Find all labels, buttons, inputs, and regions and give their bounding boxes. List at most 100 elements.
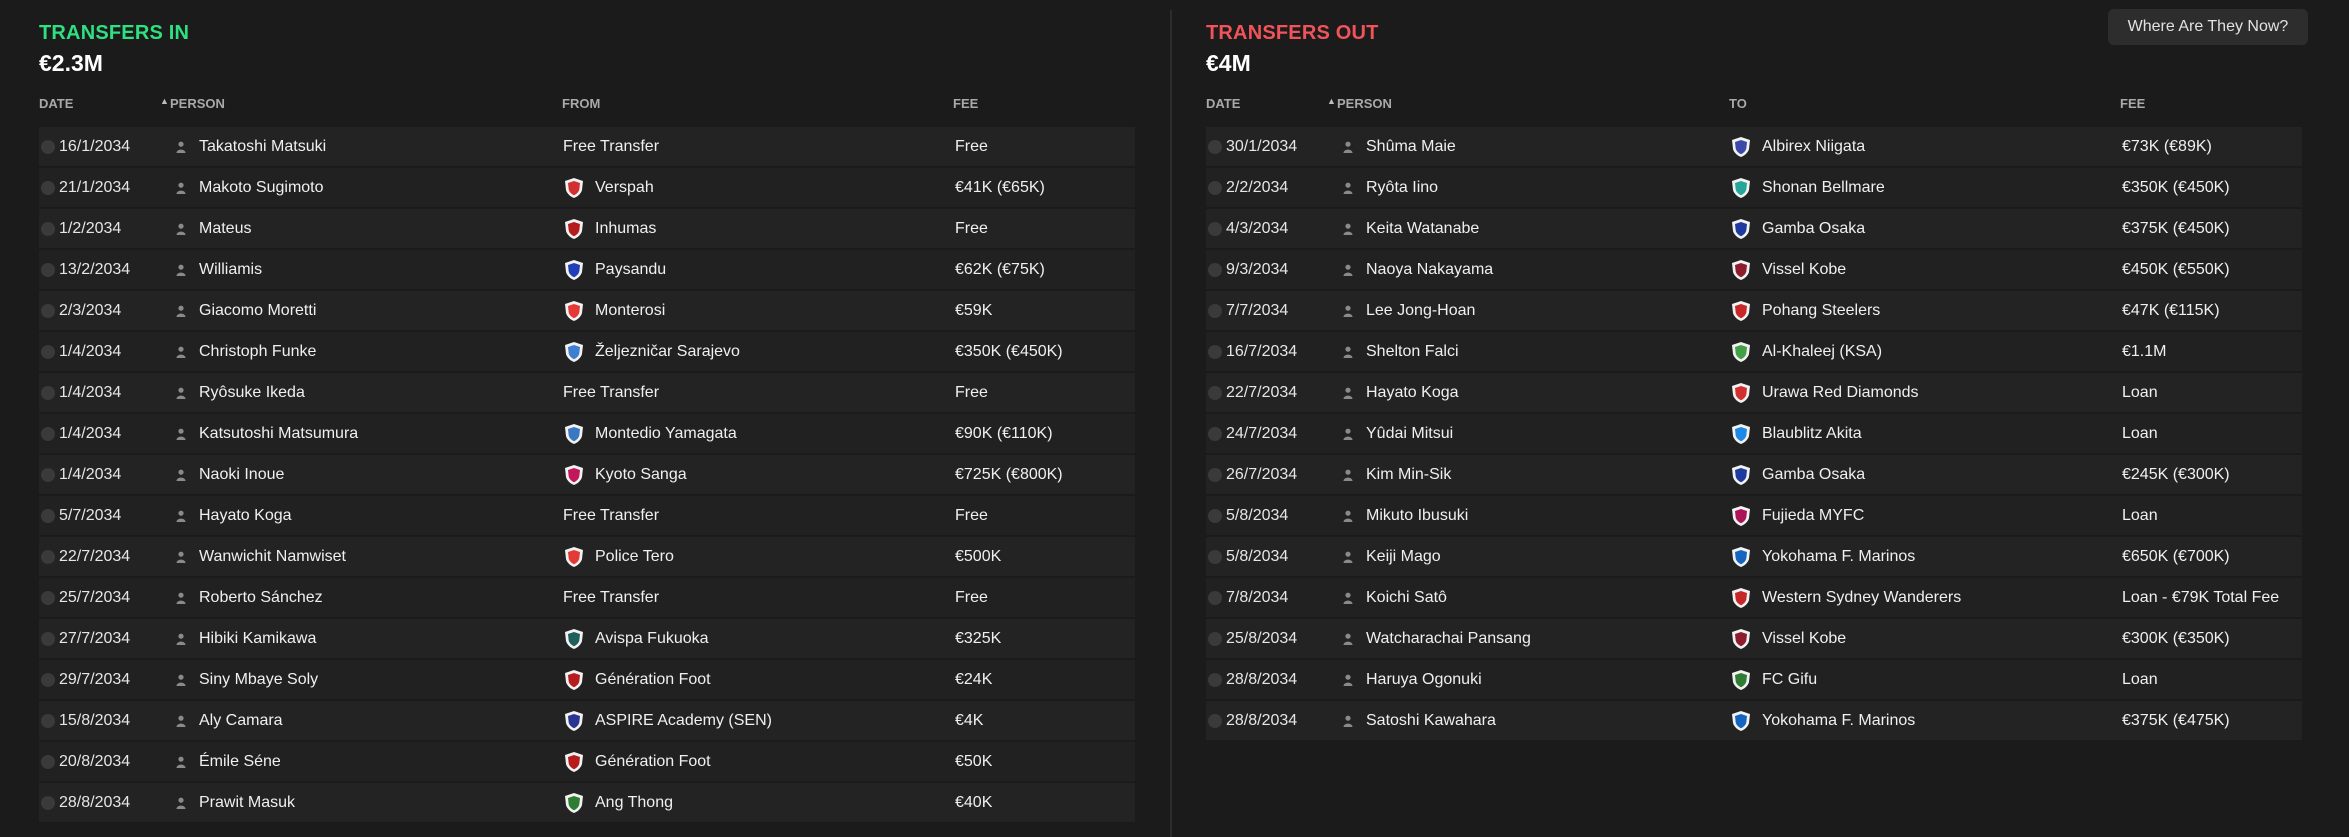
club-name[interactable]: FC Gifu (1762, 660, 1817, 699)
club-name[interactable]: Fujieda MYFC (1762, 496, 1864, 535)
transfer-row[interactable]: 22/7/2034 Hayato Koga Urawa Red Diamonds Lo… (1206, 373, 2302, 412)
person-name[interactable]: Naoya Nakayama (1366, 250, 1493, 289)
column-header-fee[interactable]: FEE (2120, 96, 2145, 111)
column-header-person[interactable]: PERSON (170, 96, 225, 111)
club-name[interactable]: Urawa Red Diamonds (1762, 373, 1919, 412)
transfer-row[interactable]: 30/1/2034 Shûma Maie Albirex Niigata €73K (… (1206, 127, 2302, 166)
person-name[interactable]: Hayato Koga (199, 496, 292, 535)
person-name[interactable]: Haruya Ogonuki (1366, 660, 1482, 699)
transfer-row[interactable]: 15/8/2034 Aly Camara ASPIRE Academy (SEN) €… (39, 701, 1135, 740)
person-name[interactable]: Mikuto Ibusuki (1366, 496, 1468, 535)
transfer-row[interactable]: 5/8/2034 Mikuto Ibusuki Fujieda MYFC Loan (1206, 496, 2302, 535)
transfer-row[interactable]: 5/7/2034 Hayato Koga Free Transfer Free (39, 496, 1135, 535)
column-header-date[interactable]: DATE (39, 96, 73, 111)
person-name[interactable]: Watcharachai Pansang (1366, 619, 1531, 658)
club-name[interactable]: ASPIRE Academy (SEN) (595, 701, 772, 740)
club-name[interactable]: Željezničar Sarajevo (595, 332, 740, 371)
transfer-row[interactable]: 27/7/2034 Hibiki Kamikawa Avispa Fukuoka €3… (39, 619, 1135, 658)
person-name[interactable]: Satoshi Kawahara (1366, 701, 1496, 740)
club-name[interactable]: Police Tero (595, 537, 674, 576)
transfer-row[interactable]: 16/7/2034 Shelton Falci Al-Khaleej (KSA) €1… (1206, 332, 2302, 371)
transfer-row[interactable]: 26/7/2034 Kim Min-Sik Gamba Osaka €245K (€3… (1206, 455, 2302, 494)
club-name[interactable]: Pohang Steelers (1762, 291, 1880, 330)
person-name[interactable]: Aly Camara (199, 701, 283, 740)
transfer-row[interactable]: 5/8/2034 Keiji Mago Yokohama F. Marinos €65… (1206, 537, 2302, 576)
person-name[interactable]: Hayato Koga (1366, 373, 1459, 412)
person-name[interactable]: Takatoshi Matsuki (199, 127, 326, 166)
club-name[interactable]: Gamba Osaka (1762, 455, 1865, 494)
person-name[interactable]: Koichi Satô (1366, 578, 1447, 617)
person-name[interactable]: Yûdai Mitsui (1366, 414, 1453, 453)
person-name[interactable]: Katsutoshi Matsumura (199, 414, 358, 453)
transfer-row[interactable]: 28/8/2034 Haruya Ogonuki FC Gifu Loan (1206, 660, 2302, 699)
column-header-from[interactable]: FROM (562, 96, 600, 111)
transfer-row[interactable]: 4/3/2034 Keita Watanabe Gamba Osaka €375K (… (1206, 209, 2302, 248)
transfer-row[interactable]: 2/2/2034 Ryôta Iino Shonan Bellmare €350K (… (1206, 168, 2302, 207)
club-name[interactable]: Al-Khaleej (KSA) (1762, 332, 1882, 371)
person-name[interactable]: Shûma Maie (1366, 127, 1456, 166)
transfer-row[interactable]: 2/3/2034 Giacomo Moretti Monterosi €59K (39, 291, 1135, 330)
transfer-row[interactable]: 1/2/2034 Mateus Inhumas Free (39, 209, 1135, 248)
transfer-row[interactable]: 24/7/2034 Yûdai Mitsui Blaublitz Akita Loan (1206, 414, 2302, 453)
club-name[interactable]: Avispa Fukuoka (595, 619, 709, 658)
club-name[interactable]: Paysandu (595, 250, 666, 289)
transfer-row[interactable]: 28/8/2034 Prawit Masuk Ang Thong €40K (39, 783, 1135, 822)
club-name[interactable]: Vissel Kobe (1762, 619, 1846, 658)
person-name[interactable]: Wanwichit Namwiset (199, 537, 346, 576)
club-name[interactable]: Ang Thong (595, 783, 673, 822)
column-header-to[interactable]: TO (1729, 96, 1747, 111)
person-name[interactable]: Ryôsuke Ikeda (199, 373, 305, 412)
person-name[interactable]: Giacomo Moretti (199, 291, 316, 330)
transfer-row[interactable]: 13/2/2034 Williamis Paysandu €62K (€75K) (39, 250, 1135, 289)
transfer-row[interactable]: 29/7/2034 Siny Mbaye Soly Génération Foot €… (39, 660, 1135, 699)
person-name[interactable]: Makoto Sugimoto (199, 168, 324, 207)
club-name[interactable]: Génération Foot (595, 660, 711, 699)
person-name[interactable]: Christoph Funke (199, 332, 316, 371)
transfer-row[interactable]: 1/4/2034 Ryôsuke Ikeda Free Transfer Free (39, 373, 1135, 412)
club-name[interactable]: Yokohama F. Marinos (1762, 537, 1915, 576)
person-name[interactable]: Kim Min-Sik (1366, 455, 1451, 494)
transfer-row[interactable]: 16/1/2034 Takatoshi Matsuki Free Transfer F… (39, 127, 1135, 166)
transfer-row[interactable]: 28/8/2034 Satoshi Kawahara Yokohama F. Mar… (1206, 701, 2302, 740)
transfer-row[interactable]: 1/4/2034 Christoph Funke Željezničar Saraj… (39, 332, 1135, 371)
transfer-row[interactable]: 1/4/2034 Naoki Inoue Kyoto Sanga €725K (€80… (39, 455, 1135, 494)
club-name[interactable]: Montedio Yamagata (595, 414, 737, 453)
transfer-row[interactable]: 1/4/2034 Katsutoshi Matsumura Montedio Yam… (39, 414, 1135, 453)
person-name[interactable]: Shelton Falci (1366, 332, 1459, 371)
person-name[interactable]: Lee Jong-Hoan (1366, 291, 1475, 330)
club-name[interactable]: Vissel Kobe (1762, 250, 1846, 289)
club-name[interactable]: Albirex Niigata (1762, 127, 1865, 166)
where-are-they-now-button[interactable]: Where Are They Now? (2108, 9, 2308, 45)
transfer-row[interactable]: 7/7/2034 Lee Jong-Hoan Pohang Steelers €47K… (1206, 291, 2302, 330)
person-name[interactable]: Williamis (199, 250, 262, 289)
person-name[interactable]: Roberto Sánchez (199, 578, 323, 617)
transfer-row[interactable]: 20/8/2034 Émile Séne Génération Foot €50K (39, 742, 1135, 781)
transfer-row[interactable]: 22/7/2034 Wanwichit Namwiset Police Tero €5… (39, 537, 1135, 576)
person-name[interactable]: Émile Séne (199, 742, 281, 781)
club-name[interactable]: Yokohama F. Marinos (1762, 701, 1915, 740)
club-name[interactable]: Western Sydney Wanderers (1762, 578, 1961, 617)
club-name[interactable]: Génération Foot (595, 742, 711, 781)
transfer-row[interactable]: 9/3/2034 Naoya Nakayama Vissel Kobe €450K (… (1206, 250, 2302, 289)
column-header-fee[interactable]: FEE (953, 96, 978, 111)
person-name[interactable]: Prawit Masuk (199, 783, 295, 822)
club-name[interactable]: Verspah (595, 168, 654, 207)
person-name[interactable]: Siny Mbaye Soly (199, 660, 318, 699)
transfer-row[interactable]: 7/8/2034 Koichi Satô Western Sydney Wander… (1206, 578, 2302, 617)
person-name[interactable]: Keiji Mago (1366, 537, 1441, 576)
person-name[interactable]: Hibiki Kamikawa (199, 619, 316, 658)
person-name[interactable]: Keita Watanabe (1366, 209, 1479, 248)
club-name[interactable]: Shonan Bellmare (1762, 168, 1885, 207)
person-name[interactable]: Ryôta Iino (1366, 168, 1438, 207)
person-name[interactable]: Naoki Inoue (199, 455, 284, 494)
transfer-row[interactable]: 25/8/2034 Watcharachai Pansang Vissel Kobe… (1206, 619, 2302, 658)
column-header-date[interactable]: DATE (1206, 96, 1240, 111)
club-name[interactable]: Inhumas (595, 209, 656, 248)
column-header-person[interactable]: PERSON (1337, 96, 1392, 111)
club-name[interactable]: Gamba Osaka (1762, 209, 1865, 248)
club-name[interactable]: Monterosi (595, 291, 665, 330)
club-name[interactable]: Kyoto Sanga (595, 455, 687, 494)
club-name[interactable]: Blaublitz Akita (1762, 414, 1862, 453)
transfer-row[interactable]: 25/7/2034 Roberto Sánchez Free Transfer Fre… (39, 578, 1135, 617)
transfer-row[interactable]: 21/1/2034 Makoto Sugimoto Verspah €41K (€65… (39, 168, 1135, 207)
